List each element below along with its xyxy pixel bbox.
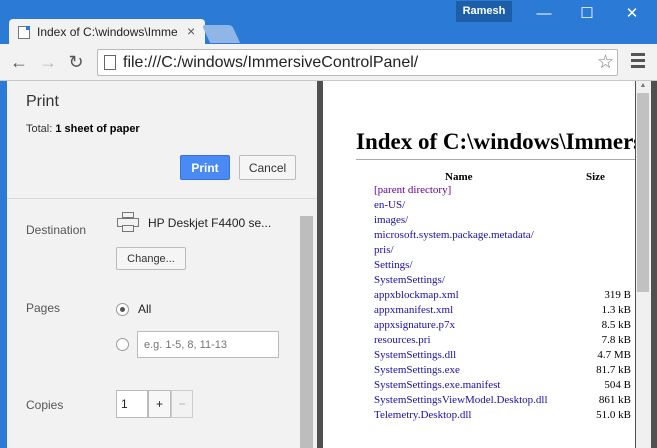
change-destination-button[interactable]: Change...	[116, 247, 186, 270]
panel-scrollbar[interactable]	[300, 216, 313, 448]
list-item: SystemSettings.exe 81.7 kB	[374, 364, 631, 379]
preview-page: Index of C:\windows\Immersive Name Size …	[323, 81, 635, 448]
file-size: 7.8 kB	[601, 334, 631, 346]
star-icon[interactable]: ☆	[597, 51, 614, 74]
divider	[356, 159, 635, 160]
file-link[interactable]: SystemSettings.exe	[374, 364, 460, 376]
list-item: appxsignature.p7x 8.5 kB	[374, 319, 631, 334]
file-link[interactable]: [parent directory]	[374, 184, 451, 196]
new-tab-button[interactable]	[201, 25, 241, 43]
file-link[interactable]: images/	[374, 214, 408, 226]
reload-icon[interactable]: ↻	[66, 52, 86, 72]
file-size: 319 B	[604, 289, 631, 301]
file-link[interactable]: SystemSettingsViewModel.Desktop.dll	[374, 394, 548, 406]
page-icon	[18, 26, 30, 39]
list-item: microsoft.system.package.metadata/	[374, 229, 631, 244]
maximize-icon[interactable]: ☐	[576, 4, 598, 24]
file-link[interactable]: appxmanifest.xml	[374, 304, 453, 316]
forward-icon[interactable]: →	[38, 52, 58, 72]
file-link[interactable]: microsoft.system.package.metadata/	[374, 229, 534, 241]
pages-all-label[interactable]: All	[138, 302, 151, 316]
tab-close-icon[interactable]: ×	[187, 23, 195, 39]
file-size: 8.5 kB	[601, 319, 631, 331]
list-item: SystemSettings.dll 4.7 MB	[374, 349, 631, 364]
file-size: 861 kB	[598, 394, 631, 406]
printer-name: HP Deskjet F4400 se...	[148, 216, 272, 230]
cancel-button[interactable]: Cancel	[239, 155, 296, 180]
file-size: 51.0 kB	[596, 409, 631, 421]
file-link[interactable]: SystemSettings.exe.manifest	[374, 379, 500, 391]
column-header-name: Name	[445, 171, 473, 183]
pages-label: Pages	[26, 301, 61, 315]
column-header-size: Size	[586, 171, 605, 183]
close-icon[interactable]: ✕	[621, 4, 643, 24]
print-title: Print	[26, 93, 59, 110]
list-item: [parent directory]	[374, 184, 631, 199]
file-link[interactable]: SystemSettings/	[374, 274, 445, 286]
url-text[interactable]: file:///C:/windows/ImmersiveControlPanel…	[123, 54, 418, 72]
pages-all-radio[interactable]	[116, 303, 129, 316]
list-item: appxblockmap.xml 319 B	[374, 289, 631, 304]
list-item: appxmanifest.xml 1.3 kB	[374, 304, 631, 319]
file-link[interactable]: appxsignature.p7x	[374, 319, 455, 331]
file-size: 1.3 kB	[601, 304, 631, 316]
profile-button[interactable]: Ramesh	[456, 1, 512, 22]
list-item: SystemSettings/	[374, 274, 631, 289]
minimize-icon[interactable]: —	[533, 4, 555, 24]
print-preview: Index of C:\windows\Immersive Name Size …	[317, 81, 657, 448]
file-link[interactable]: Settings/	[374, 259, 413, 271]
pages-range-input[interactable]	[137, 331, 279, 358]
file-link[interactable]: SystemSettings.dll	[374, 349, 456, 361]
browser-toolbar: ← → ↻ file:///C:/windows/ImmersiveContro…	[0, 44, 657, 81]
list-item: Telemetry.Desktop.dll 51.0 kB	[374, 409, 631, 424]
destination-label: Destination	[26, 223, 87, 237]
list-item: images/	[374, 214, 631, 229]
preview-scrollbar-thumb[interactable]	[637, 93, 649, 292]
copies-decrement-button[interactable]: −	[171, 390, 193, 418]
file-size: 81.7 kB	[596, 364, 631, 376]
scroll-up-icon[interactable]: ▲	[637, 82, 649, 89]
file-size: 504 B	[604, 379, 631, 391]
menu-icon[interactable]	[631, 53, 645, 71]
copies-increment-button[interactable]: +	[148, 390, 171, 418]
list-item: SystemSettingsViewModel.Desktop.dll 861 …	[374, 394, 631, 409]
list-item: Settings/	[374, 259, 631, 274]
browser-tab[interactable]: Index of C:\windows\Immer ×	[9, 19, 205, 45]
tab-title: Index of C:\windows\Immer	[37, 25, 177, 39]
copies-label: Copies	[26, 398, 64, 412]
list-item: en-US/	[374, 199, 631, 214]
pages-custom-radio[interactable]	[116, 338, 129, 351]
total-label: Total:	[26, 123, 53, 135]
list-item: SystemSettings.exe.manifest 504 B	[374, 379, 631, 394]
page-icon	[104, 55, 116, 70]
file-link[interactable]: pris/	[374, 244, 394, 256]
list-item: pris/	[374, 244, 631, 259]
page-heading: Index of C:\windows\Immersive	[356, 129, 635, 154]
print-button[interactable]: Print	[180, 155, 230, 180]
divider	[7, 198, 317, 199]
file-link[interactable]: resources.pri	[374, 334, 431, 346]
file-link[interactable]: appxblockmap.xml	[374, 289, 459, 301]
title-bar: Index of C:\windows\Immer × Ramesh — ☐ ✕	[0, 0, 657, 45]
printer-icon	[117, 212, 139, 232]
copies-input[interactable]: 1	[116, 390, 148, 418]
total-value: 1 sheet of paper	[55, 123, 140, 135]
back-icon[interactable]: ←	[9, 52, 29, 72]
file-size: 4.7 MB	[597, 349, 631, 361]
file-link[interactable]: Telemetry.Desktop.dll	[374, 409, 472, 421]
file-link[interactable]: en-US/	[374, 199, 405, 211]
total-summary: Total: 1 sheet of paper	[26, 123, 140, 135]
address-bar[interactable]: file:///C:/windows/ImmersiveControlPanel…	[97, 49, 618, 76]
list-item: resources.pri 7.8 kB	[374, 334, 631, 349]
file-list: [parent directory] en-US/ images/ micros…	[374, 184, 631, 424]
print-settings-panel: Print Total: 1 sheet of paper Print Canc…	[7, 81, 317, 448]
